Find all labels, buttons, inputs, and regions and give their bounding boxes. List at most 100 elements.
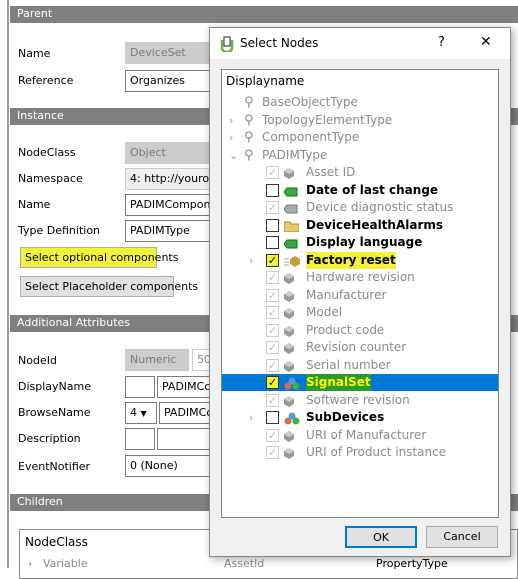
eventnotifier-select[interactable]: 0 (None) — [125, 455, 217, 477]
tree-item[interactable]: Date of last change — [222, 182, 498, 199]
tree-item[interactable]: › ⚲ TopologyElementType — [222, 112, 498, 129]
variable-icon — [283, 185, 298, 196]
object-icon — [284, 377, 300, 390]
tree-item[interactable]: ✓ Revision counter — [222, 339, 498, 356]
object-type-icon: ⚲ — [244, 147, 254, 163]
nodeid-type-select: Numeric — [125, 349, 189, 371]
tree-item-label: Hardware revision — [306, 270, 415, 284]
parent-name-label: Name — [18, 47, 51, 60]
tree-item[interactable]: ⚲ BaseObjectType — [222, 94, 498, 111]
tree-item-label: BaseObjectType — [262, 95, 358, 109]
tree-item[interactable]: DeviceHealthAlarms — [222, 217, 498, 234]
tree-item[interactable]: ✓ Model — [222, 304, 498, 321]
checkbox[interactable] — [266, 411, 279, 424]
browsename-label: BrowseName — [18, 406, 91, 419]
method-icon — [284, 255, 300, 267]
tree-item[interactable]: ✓ SignalSet — [222, 374, 498, 391]
tree-item[interactable]: ✓ URI of Product instance — [222, 444, 498, 461]
tree-item-label: PADIMType — [262, 147, 328, 162]
close-button[interactable]: ✕ — [480, 34, 492, 50]
object-icon — [284, 412, 300, 425]
chevron-right-icon[interactable]: › — [229, 112, 233, 129]
tree-item[interactable]: ✓ URI of Manufacturer — [222, 427, 498, 444]
tree-item-label: Asset ID — [306, 165, 356, 179]
panel-border — [7, 0, 9, 568]
namespace-select[interactable]: 4: http://yourorg — [125, 168, 215, 190]
tree-item-label: URI of Manufacturer — [306, 427, 427, 442]
displayname-label: DisplayName — [18, 380, 91, 393]
browsename-ns-select[interactable]: 4 ▼ — [125, 402, 157, 424]
children-row-type: PropertyType — [376, 557, 448, 570]
reference-select[interactable]: Organizes — [125, 70, 215, 92]
checkbox: ✓ — [266, 271, 279, 284]
description-input[interactable] — [157, 428, 217, 450]
checkbox: ✓ — [266, 446, 279, 459]
select-nodes-dialog: Select Nodes ? ✕ Displayname ⚲ BaseObject… — [209, 27, 511, 557]
tree-item[interactable]: › ✓ Factory reset — [222, 251, 498, 269]
tree-item[interactable]: ✓ Device diagnostic status — [222, 199, 498, 216]
checkbox: ✓ — [266, 393, 279, 407]
typedef-field[interactable]: PADIMType — [125, 220, 215, 242]
chevron-right-icon[interactable]: › — [249, 409, 253, 426]
tree-item-label: SubDevices — [306, 410, 385, 424]
folder-icon — [283, 220, 300, 232]
property-icon — [284, 447, 297, 459]
variable-icon — [283, 237, 298, 249]
checkbox: ✓ — [266, 288, 279, 302]
chevron-down-icon[interactable]: ⌄ — [229, 147, 238, 164]
chevron-right-icon[interactable]: › — [229, 129, 233, 146]
property-icon — [284, 167, 297, 179]
displayname-locale-input[interactable] — [125, 376, 155, 398]
tree-item[interactable]: ✓ Asset ID — [222, 164, 498, 181]
tree-item[interactable]: Display language — [222, 234, 498, 251]
tree-item[interactable]: › SubDevices — [222, 409, 498, 426]
checkbox: ✓ — [266, 428, 279, 442]
children-row-name: AssetId — [224, 557, 265, 570]
children-row-expander[interactable]: › — [28, 557, 32, 570]
tree-item[interactable]: ✓ Product code — [222, 322, 498, 339]
eventnotifier-label: EventNotifier — [18, 460, 91, 473]
select-placeholder-components-button[interactable]: Select Placeholder components — [20, 276, 198, 297]
checkbox[interactable]: ✓ — [266, 376, 279, 389]
checkbox: ✓ — [266, 341, 279, 354]
select-optional-components-button[interactable]: Select optional components — [20, 247, 178, 268]
help-button[interactable]: ? — [438, 35, 445, 50]
property-icon — [284, 325, 297, 337]
checkbox[interactable] — [266, 236, 279, 249]
instance-name-label: Name — [18, 198, 51, 211]
tree-item[interactable]: ✓ Software revision — [222, 392, 498, 409]
checkbox[interactable] — [266, 183, 279, 197]
checkbox: ✓ — [266, 201, 279, 214]
property-icon — [284, 290, 297, 302]
description-locale-input[interactable] — [125, 428, 155, 450]
tree-item-label: Software revision — [306, 392, 410, 407]
chevron-right-icon[interactable]: › — [249, 252, 253, 269]
tree-item-label: Serial number — [306, 357, 391, 372]
children-row-class: Variable — [43, 557, 88, 570]
tree-item-label: Factory reset — [306, 251, 396, 269]
reference-label: Reference — [18, 74, 74, 87]
instance-name-input[interactable]: PADIMComponen — [125, 194, 215, 216]
dropdown-arrow-icon: ▼ — [140, 409, 147, 418]
tree-item-label: ComponentType — [262, 130, 360, 144]
tree-item[interactable]: ✓ Hardware revision — [222, 269, 498, 286]
namespace-label: Namespace — [18, 172, 83, 185]
tree-item-label: SignalSet — [306, 374, 371, 391]
property-icon — [284, 272, 297, 284]
tree-item[interactable]: ✓ Serial number — [222, 357, 498, 374]
property-icon — [284, 342, 297, 354]
tree-item-label: TopologyElementType — [262, 112, 393, 127]
children-header-nodeclass: NodeClass — [25, 535, 88, 549]
displayname-input[interactable]: PADIMCon — [157, 376, 217, 398]
checkbox: ✓ — [266, 323, 279, 337]
node-tree: Displayname ⚲ BaseObjectType › ⚲ TopologyEle… — [221, 69, 499, 518]
tree-item-label: Display language — [306, 235, 423, 249]
tree-item[interactable]: ✓ Manufacturer — [222, 287, 498, 304]
ok-button[interactable]: OK — [345, 526, 417, 548]
tree-item-label: Manufacturer — [306, 287, 387, 302]
checkbox[interactable] — [266, 218, 279, 232]
cancel-button[interactable]: Cancel — [426, 526, 498, 548]
tree-item[interactable]: › ⚲ ComponentType — [222, 129, 498, 146]
tree-item[interactable]: ⌄ ⚲ PADIMType — [222, 147, 498, 164]
checkbox[interactable]: ✓ — [266, 253, 279, 267]
